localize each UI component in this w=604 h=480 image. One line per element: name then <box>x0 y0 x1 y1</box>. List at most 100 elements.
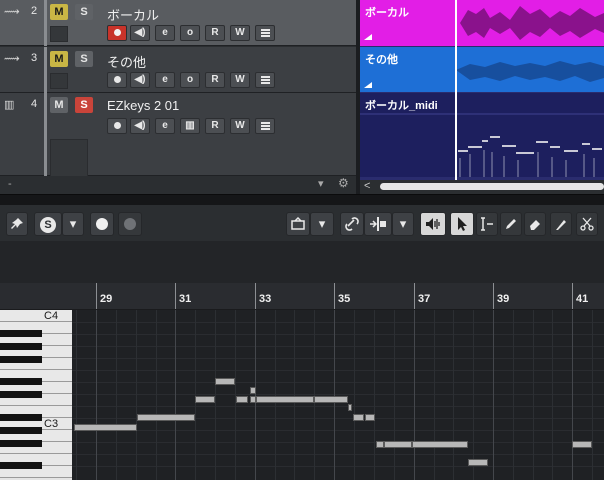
piano-black-key[interactable] <box>0 356 42 363</box>
note-display[interactable] <box>72 310 604 480</box>
midi-note[interactable] <box>365 414 375 421</box>
solo-button[interactable]: S <box>75 51 93 67</box>
piano-black-key[interactable] <box>0 391 42 398</box>
write-label: W <box>235 74 245 85</box>
footer-dash: - <box>8 178 12 190</box>
track-name[interactable]: その他 <box>107 52 146 71</box>
write-automation-button[interactable]: W <box>230 118 250 134</box>
piano-black-key[interactable] <box>0 378 42 385</box>
midi-note[interactable] <box>256 396 314 403</box>
track-name[interactable]: EZkeys 2 01 <box>107 98 179 113</box>
trim-tool[interactable] <box>550 212 572 236</box>
read-automation-button[interactable]: R <box>205 25 225 41</box>
track-row-other[interactable]: ⟿ 3 M S その他 ◀) e o R W <box>0 47 356 93</box>
piano-black-key[interactable] <box>0 462 42 469</box>
grid-row-line <box>72 430 604 431</box>
channel-settings-button[interactable] <box>255 72 275 88</box>
piano-black-key[interactable] <box>0 414 42 421</box>
channel-settings-button[interactable] <box>255 25 275 41</box>
midi-note[interactable] <box>376 441 384 448</box>
gear-icon[interactable]: ⚙ <box>338 176 349 190</box>
record-enable-button[interactable] <box>107 25 127 41</box>
channel-settings-button[interactable] <box>255 118 275 134</box>
snap-settings-button[interactable] <box>286 212 310 236</box>
midi-note[interactable] <box>412 441 468 448</box>
acoustic-feedback-button[interactable] <box>420 212 446 236</box>
grid-beat-line <box>473 310 474 480</box>
midi-note[interactable] <box>236 396 248 403</box>
monitor-button[interactable]: ◀) <box>130 118 150 134</box>
midi-note[interactable] <box>314 396 348 403</box>
chevron-down-icon: ▾ <box>318 216 326 231</box>
quantize-dropdown-button[interactable]: ▾ <box>392 212 414 236</box>
object-selection-tool[interactable] <box>450 212 474 236</box>
track-color-strip <box>44 93 47 176</box>
ruler-tick <box>414 283 415 309</box>
retrospective-record-button[interactable] <box>118 212 142 236</box>
mute-button[interactable]: M <box>50 4 68 20</box>
edit-instrument-button[interactable]: e <box>155 72 175 88</box>
grid-beat-line <box>533 310 534 480</box>
midi-note[interactable] <box>137 414 195 421</box>
piano-keyboard[interactable]: C4 C3 <box>0 310 72 480</box>
split-tool[interactable] <box>576 212 598 236</box>
chevron-down-icon[interactable]: ▾ <box>318 177 324 190</box>
track-row-vocal[interactable]: ⟿ 2 M S ボーカル ◀) e o R W <box>0 0 356 46</box>
midi-note[interactable] <box>468 459 488 466</box>
write-automation-button[interactable]: W <box>230 25 250 41</box>
midi-note[interactable] <box>384 441 412 448</box>
edit-instrument-button[interactable]: e <box>155 118 175 134</box>
piano-key[interactable] <box>0 310 72 322</box>
read-automation-button[interactable]: R <box>205 72 225 88</box>
playhead-cursor[interactable] <box>455 0 457 180</box>
record-enable-button[interactable] <box>107 72 127 88</box>
range-selection-tool[interactable] <box>476 212 498 236</box>
mute-button[interactable]: M <box>50 51 68 67</box>
scroll-left-arrow[interactable]: < <box>364 180 370 192</box>
ruler-bar-label: 33 <box>259 293 272 305</box>
freeze-button[interactable]: o <box>180 72 200 88</box>
midi-note[interactable] <box>250 387 256 394</box>
arrange-window[interactable]: ボーカル その他 ボーカル_midi <box>360 0 604 194</box>
record-midi-button[interactable] <box>90 212 114 236</box>
erase-tool[interactable] <box>524 212 546 236</box>
track-lane-toggle[interactable] <box>50 26 68 42</box>
snap-dropdown-button[interactable]: ▾ <box>310 212 334 236</box>
solo-button[interactable]: S <box>75 97 93 113</box>
piano-black-key[interactable] <box>0 343 42 350</box>
midi-note[interactable] <box>215 378 235 385</box>
monitor-button[interactable]: ◀) <box>130 72 150 88</box>
instrument-keys-button[interactable]: ▥ <box>180 118 200 134</box>
quantize-button[interactable] <box>364 212 392 236</box>
read-automation-button[interactable]: R <box>205 118 225 134</box>
ruler-tick <box>572 283 573 309</box>
solo-button[interactable]: S <box>75 4 93 20</box>
midi-note[interactable] <box>348 404 352 411</box>
mute-button[interactable]: M <box>50 97 68 113</box>
midi-note[interactable] <box>74 424 137 431</box>
instrument-keys-icon: ▥ <box>4 98 15 111</box>
piano-black-key[interactable] <box>0 440 42 447</box>
track-row-ezkeys[interactable]: ▥ 4 M S EZkeys 2 01 ◀) e ▥ R W <box>0 93 356 179</box>
track-name[interactable]: ボーカル <box>107 5 159 24</box>
pin-button[interactable] <box>6 212 28 236</box>
piano-black-key[interactable] <box>0 427 42 434</box>
zone-divider[interactable] <box>0 194 604 205</box>
midi-note[interactable] <box>195 396 215 403</box>
freeze-button[interactable]: o <box>180 25 200 41</box>
track-lane-toggle[interactable] <box>50 73 68 89</box>
piano-black-key[interactable] <box>0 330 42 337</box>
ruler[interactable]: 29 31 33 35 37 39 41 <box>0 283 604 310</box>
midi-note[interactable] <box>353 414 364 421</box>
scrollbar-thumb[interactable] <box>380 183 604 190</box>
write-automation-button[interactable]: W <box>230 72 250 88</box>
draw-tool[interactable] <box>500 212 522 236</box>
record-enable-button[interactable] <box>107 118 127 134</box>
solo-editor-button[interactable]: S <box>34 212 62 236</box>
midi-note[interactable] <box>572 441 592 448</box>
ruler-bar-label: 35 <box>338 293 351 305</box>
monitor-button[interactable]: ◀) <box>130 25 150 41</box>
edit-instrument-button[interactable]: e <box>155 25 175 41</box>
link-button[interactable] <box>340 212 364 236</box>
solo-dropdown-button[interactable]: ▾ <box>62 212 84 236</box>
